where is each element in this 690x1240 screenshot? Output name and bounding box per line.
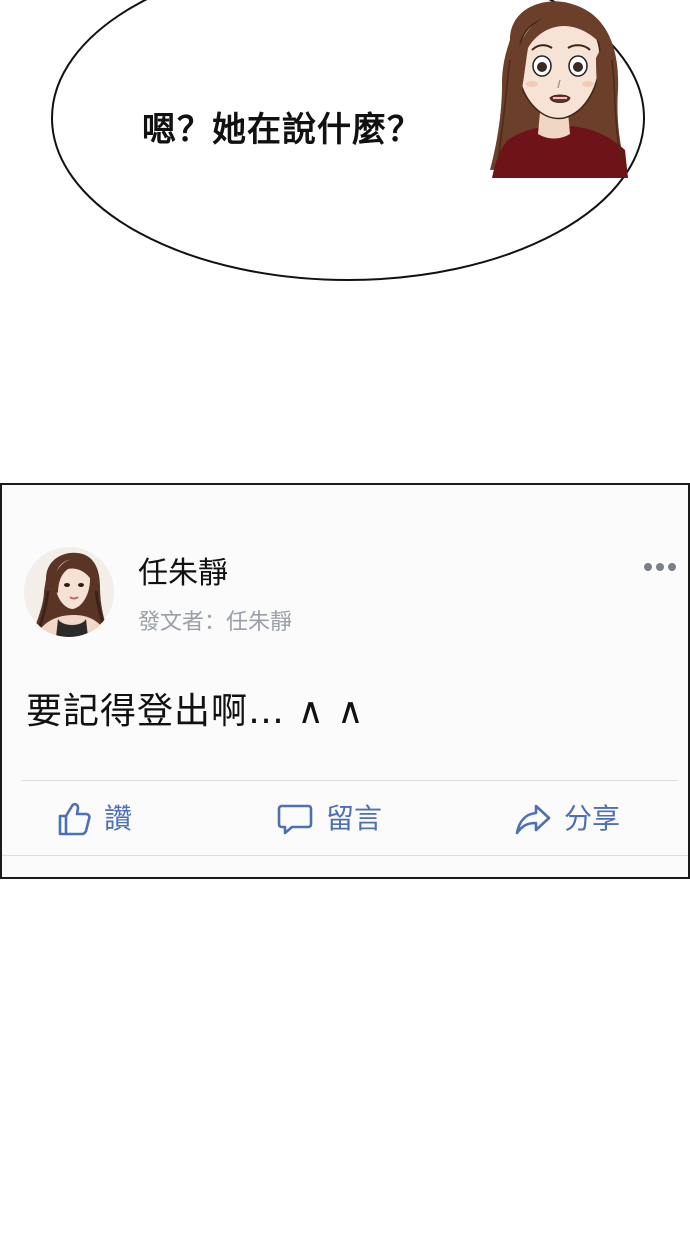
post-body-text: 要記得登出啊… ∧ ∧ <box>26 691 365 732</box>
comment-label: 留言 <box>326 802 383 835</box>
share-arrow-icon <box>515 804 551 835</box>
more-dot <box>656 563 664 571</box>
speech-bubble-icon <box>277 804 313 835</box>
thumbs-up-icon <box>58 802 91 836</box>
author-avatar[interactable] <box>24 547 114 637</box>
like-label: 讚 <box>104 802 133 835</box>
actions-divider-top <box>22 780 678 781</box>
post-actions-bar: 讚 留言 分享 <box>2 797 688 841</box>
like-button[interactable]: 讚 <box>56 797 132 841</box>
speech-bubble-text: 嗯？她在說什麼？ <box>142 110 422 150</box>
more-dot <box>668 563 676 571</box>
author-name[interactable]: 任朱靜 <box>138 555 228 593</box>
more-options-icon[interactable] <box>644 561 680 573</box>
comic-page: 嗯？她在說什麼？ 任朱靜 發文者：任朱靜 要記得登出啊… ∧ ∧ 讚 留言 分享 <box>0 0 690 1240</box>
more-dot <box>644 563 652 571</box>
share-label: 分享 <box>564 802 621 835</box>
actions-divider-bottom <box>2 855 688 856</box>
avatar-illustration <box>24 547 114 637</box>
social-post-card: 任朱靜 發文者：任朱靜 要記得登出啊… ∧ ∧ 讚 留言 分享 <box>0 483 690 879</box>
comment-button[interactable]: 留言 <box>276 797 382 841</box>
author-subtitle: 發文者：任朱靜 <box>138 610 293 635</box>
character-face-illustration <box>490 1 628 178</box>
share-button[interactable]: 分享 <box>514 797 620 841</box>
speech-bubble-panel: 嗯？她在說什麼？ <box>0 0 690 300</box>
